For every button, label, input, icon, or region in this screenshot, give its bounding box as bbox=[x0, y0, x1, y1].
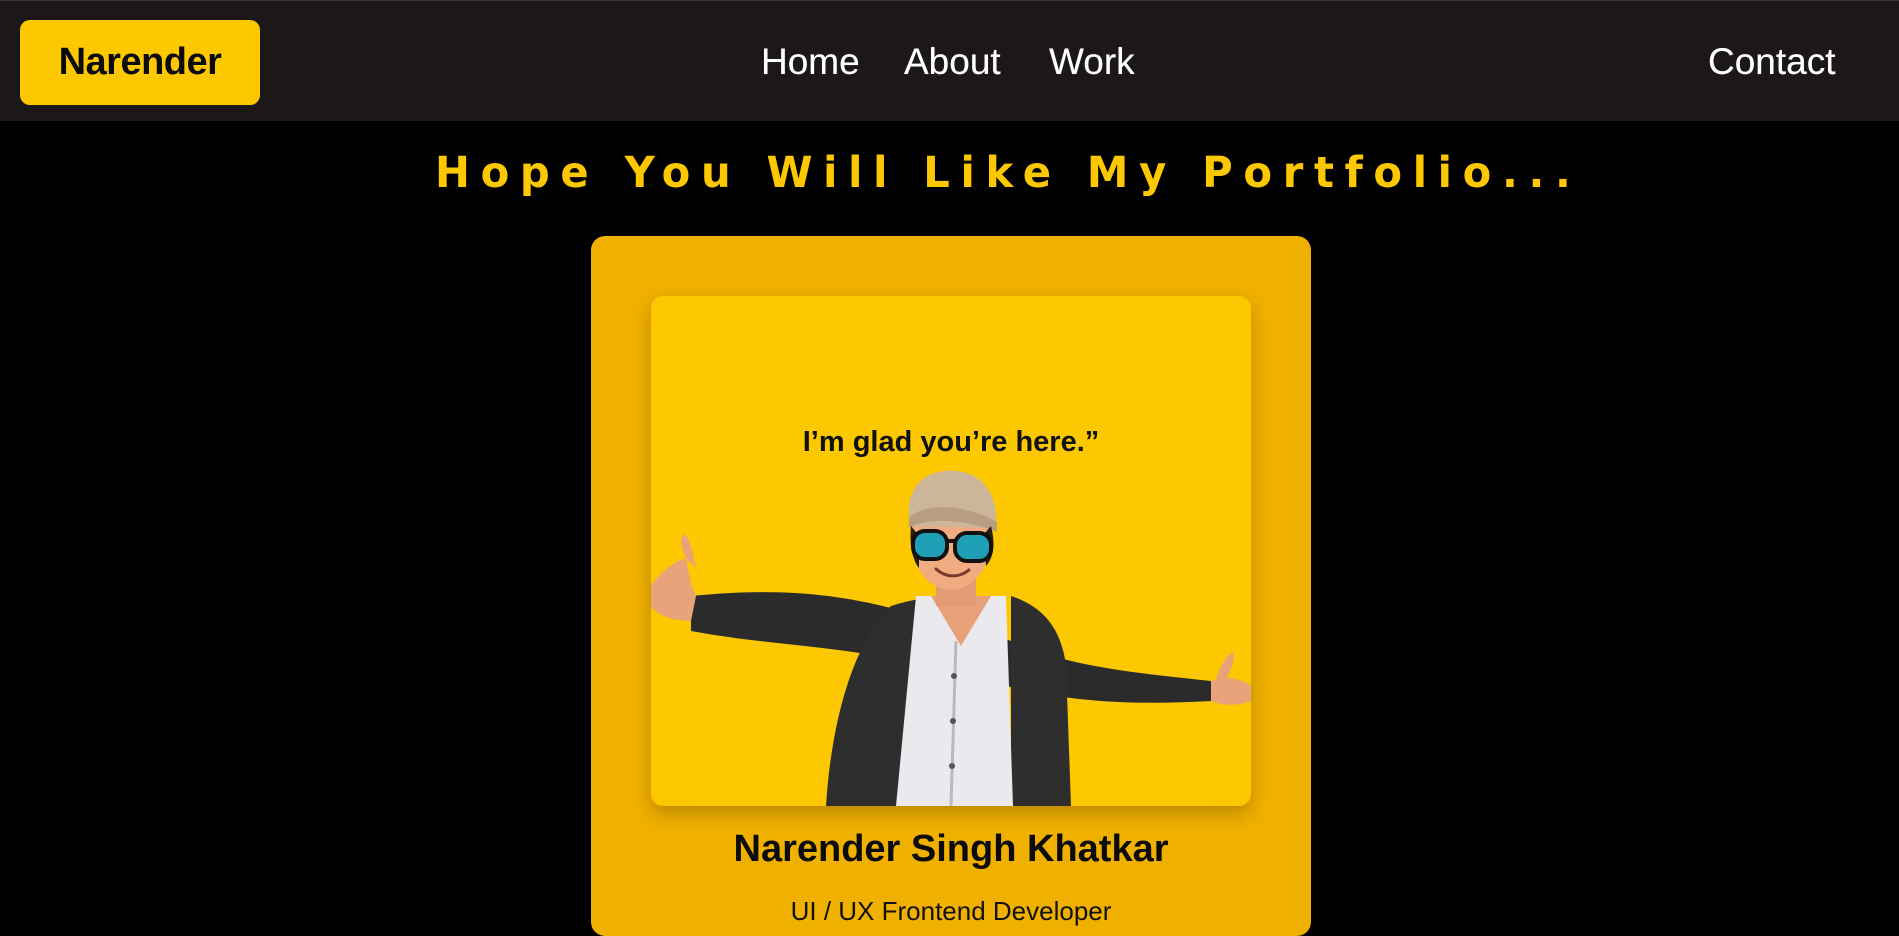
profile-card: I’m glad you’re here.” Narender Singh Kh… bbox=[591, 236, 1311, 936]
nav-link-about[interactable]: About bbox=[904, 41, 1001, 83]
cartoon-avatar-illustration bbox=[651, 470, 1251, 806]
nav-link-work[interactable]: Work bbox=[1049, 41, 1135, 83]
profile-role: UI / UX Frontend Developer bbox=[790, 896, 1112, 926]
headline-text: Hope You Will Like My Portfolio... bbox=[435, 148, 1582, 198]
nav-links: Home About Work Contact bbox=[0, 1, 1899, 122]
profile-name: Narender Singh Khatkar bbox=[733, 828, 1169, 870]
nav-link-home[interactable]: Home bbox=[761, 41, 860, 83]
nav-link-contact[interactable]: Contact bbox=[1708, 41, 1836, 83]
hero-headline: Hope You Will Like My Portfolio... bbox=[0, 148, 1899, 208]
brand-logo-button[interactable]: Narender bbox=[20, 20, 260, 105]
profile-photo: I’m glad you’re here.” bbox=[651, 296, 1251, 806]
navbar: Narender Home About Work Contact bbox=[0, 0, 1899, 121]
welcome-quote: I’m glad you’re here.” bbox=[802, 426, 1100, 458]
